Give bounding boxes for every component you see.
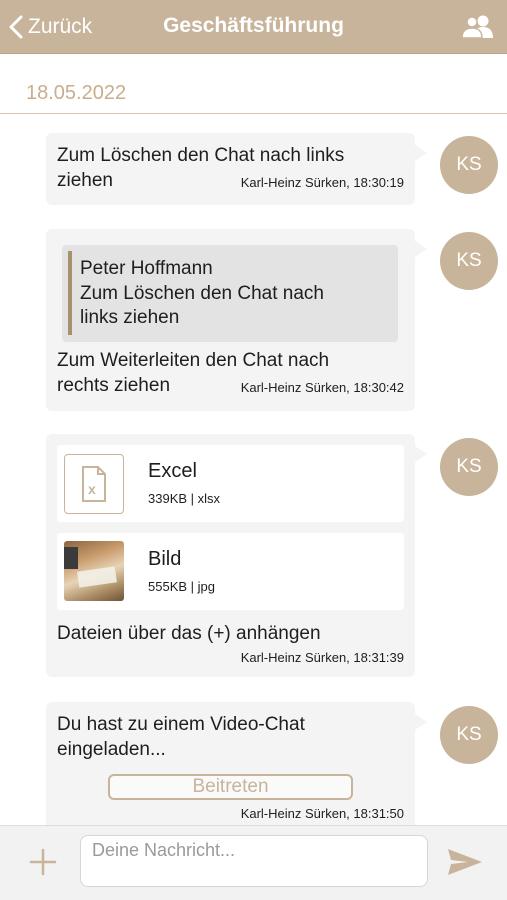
message-meta: Karl-Heinz Sürken, 18:31:39 bbox=[240, 650, 404, 665]
message-meta: Karl-Heinz Sürken, 18:30:42 bbox=[240, 380, 404, 395]
message-bubble[interactable]: Du hast zu einem Video-Chat eingeladen..… bbox=[46, 702, 427, 825]
message-text-line: eingeladen... bbox=[57, 739, 166, 760]
message-text-line: Du hast zu einem Video-Chat bbox=[57, 714, 305, 735]
message-text-line: ziehen bbox=[57, 170, 113, 191]
group-icon bbox=[461, 15, 493, 39]
avatar[interactable]: KS bbox=[440, 706, 498, 764]
avatar-initials: KS bbox=[456, 724, 482, 745]
attachment-excel[interactable]: x Excel 339KB | xlsx bbox=[57, 445, 404, 522]
message-composer bbox=[0, 825, 507, 900]
back-label: Zurück bbox=[28, 15, 93, 38]
svg-text:x: x bbox=[88, 481, 96, 497]
message-text-line: Zum Löschen den Chat nach links bbox=[57, 145, 345, 166]
message-text-line: Dateien über das (+) anhängen bbox=[57, 623, 321, 644]
chevron-left-icon bbox=[9, 15, 23, 39]
group-members-button[interactable] bbox=[461, 13, 495, 41]
back-button[interactable]: Zurück bbox=[8, 13, 92, 41]
send-icon bbox=[448, 849, 482, 875]
message-list[interactable]: Zum Löschen den Chat nach links ziehen K… bbox=[0, 115, 507, 825]
message-text-line: Zum Weiterleiten den Chat nach bbox=[57, 350, 330, 371]
nav-bar: Zurück Geschäftsführung bbox=[0, 0, 507, 54]
chat-screen: Zurück Geschäftsführung 18.05.2022 Zum L… bbox=[0, 0, 507, 900]
avatar-initials: KS bbox=[456, 456, 482, 477]
message-input[interactable] bbox=[80, 835, 428, 887]
message-bubble[interactable]: x Excel 339KB | xlsx Bild 555KB | jpg Da… bbox=[46, 434, 427, 677]
attachment-info: 339KB | xlsx bbox=[148, 491, 221, 506]
message-bubble[interactable]: Peter Hoffmann Zum Löschen den Chat nach… bbox=[46, 229, 427, 411]
avatar-initials: KS bbox=[456, 154, 482, 175]
quote-bar bbox=[68, 251, 72, 335]
attachment-name: Excel bbox=[148, 460, 197, 482]
message-meta: Karl-Heinz Sürken, 18:31:50 bbox=[240, 806, 404, 821]
add-attachment-button[interactable] bbox=[28, 847, 58, 877]
avatar[interactable]: KS bbox=[440, 232, 498, 290]
excel-file-icon: x bbox=[64, 454, 124, 514]
quote-text-line: links ziehen bbox=[80, 307, 180, 328]
plus-icon bbox=[29, 848, 57, 876]
quote-author: Peter Hoffmann bbox=[80, 258, 213, 279]
message-bubble[interactable]: Zum Löschen den Chat nach links ziehen K… bbox=[46, 133, 427, 205]
date-label: 18.05.2022 bbox=[26, 82, 127, 104]
attachment-name: Bild bbox=[148, 548, 182, 570]
attachment-image[interactable]: Bild 555KB | jpg bbox=[57, 533, 404, 610]
image-thumbnail bbox=[64, 541, 124, 601]
attachment-info: 555KB | jpg bbox=[148, 579, 215, 594]
send-button[interactable] bbox=[446, 846, 484, 878]
quote-text-line: Zum Löschen den Chat nach bbox=[80, 282, 324, 304]
avatar[interactable]: KS bbox=[440, 438, 498, 496]
join-video-chat-button[interactable]: Beitreten bbox=[108, 774, 353, 800]
message-text-line: rechts ziehen bbox=[57, 375, 171, 396]
date-separator: 18.05.2022 bbox=[0, 54, 507, 114]
quoted-message[interactable]: Peter Hoffmann Zum Löschen den Chat nach… bbox=[62, 245, 398, 342]
avatar-initials: KS bbox=[456, 250, 482, 271]
message-meta: Karl-Heinz Sürken, 18:30:19 bbox=[240, 175, 404, 190]
avatar[interactable]: KS bbox=[440, 136, 498, 194]
